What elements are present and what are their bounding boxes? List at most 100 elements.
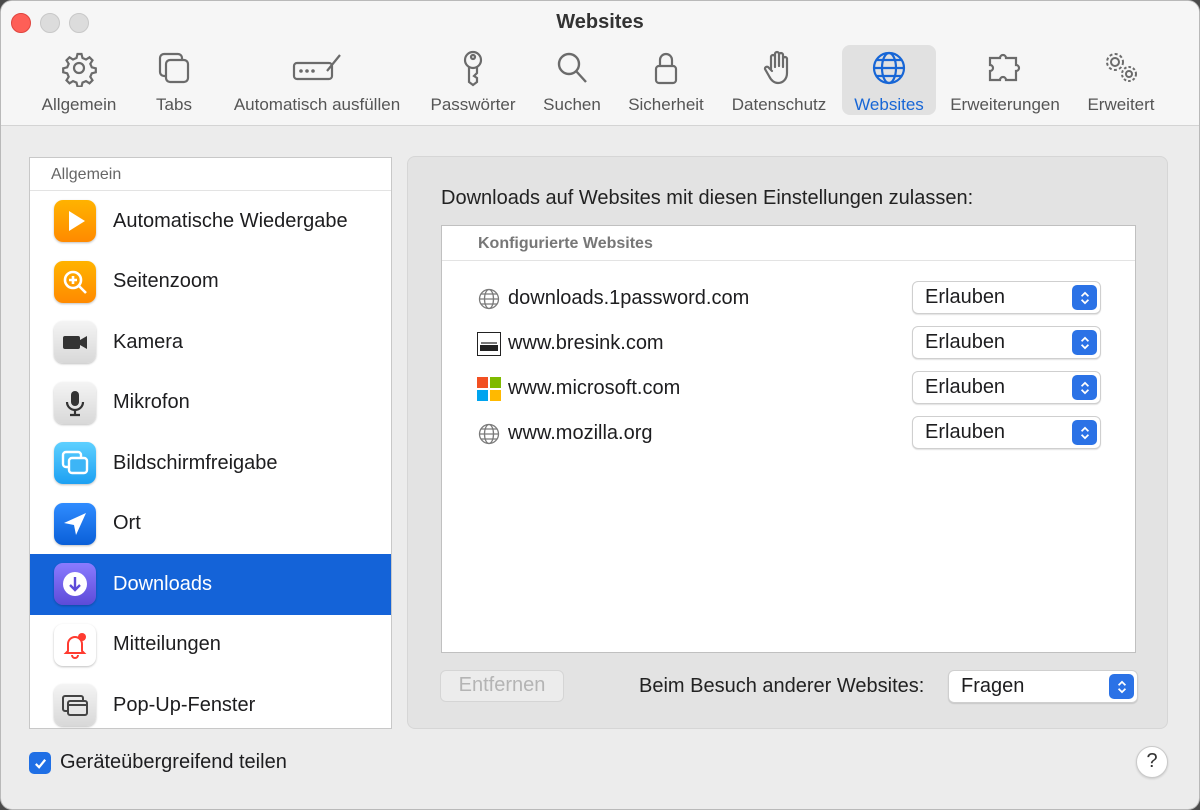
- website-row[interactable]: downloads.1password.com Erlauben: [442, 281, 1135, 317]
- bell-icon: [54, 623, 96, 666]
- play-icon: [54, 200, 96, 243]
- lock-icon: [647, 49, 685, 92]
- website-row[interactable]: www.microsoft.com Erlauben: [442, 371, 1135, 407]
- tab-label: Passwörter: [430, 95, 516, 114]
- select-value: Erlauben: [925, 376, 1006, 398]
- sidebar-item-label: Seitenzoom: [113, 270, 219, 293]
- tab-suchen[interactable]: Suchen: [536, 45, 608, 115]
- website-setting-select[interactable]: Erlauben: [912, 281, 1101, 314]
- sidebar-item-ort[interactable]: Ort: [30, 494, 391, 555]
- hand-icon: [760, 49, 798, 92]
- sidebar-item-label: Pop-Up-Fenster: [113, 693, 256, 716]
- tab-websites[interactable]: Websites: [842, 45, 936, 115]
- sidebar-item-label: Mitteilungen: [113, 633, 221, 656]
- window-title: Websites: [556, 11, 644, 33]
- tab-label: Tabs: [156, 95, 192, 114]
- tab-datenschutz[interactable]: Datenschutz: [723, 45, 835, 115]
- checkmark-icon: [34, 758, 46, 769]
- popup-window-icon: [54, 684, 96, 727]
- configured-websites-header: Konfigurierte Websites: [442, 226, 1135, 261]
- sidebar-item-label: Downloads: [113, 572, 212, 595]
- sidebar-item-label: Mikrofon: [113, 391, 190, 414]
- share-across-devices-checkbox[interactable]: [29, 752, 51, 774]
- select-value: Erlauben: [925, 286, 1006, 308]
- chevron-updown-icon: [1072, 420, 1097, 445]
- remove-button[interactable]: Entfernen: [440, 670, 564, 702]
- title-bar: Websites Allgemein Tabs Automatisch ausf…: [1, 1, 1199, 126]
- search-icon: [553, 49, 591, 92]
- panel-heading: Downloads auf Websites mit diesen Einste…: [441, 187, 974, 209]
- sidebar-item-seitenzoom[interactable]: Seitenzoom: [30, 252, 391, 313]
- download-icon: [54, 563, 96, 606]
- sidebar-item-mikrofon[interactable]: Mikrofon: [30, 373, 391, 434]
- website-row[interactable]: www.mozilla.org Erlauben: [442, 416, 1135, 452]
- chevron-updown-icon: [1072, 375, 1097, 400]
- sidebar-item-pop-up-fenster[interactable]: Pop-Up-Fenster: [30, 675, 391, 728]
- tab-label: Suchen: [543, 95, 601, 114]
- zoom-icon: [54, 260, 96, 303]
- bresink-logo-icon: [477, 332, 501, 356]
- globe-icon: [478, 423, 500, 445]
- preferences-window: Websites Allgemein Tabs Automatisch ausf…: [0, 0, 1200, 810]
- other-websites-select[interactable]: Fragen: [948, 670, 1138, 703]
- website-setting-select[interactable]: Erlauben: [912, 326, 1101, 359]
- tab-label: Websites: [854, 95, 924, 114]
- sidebar-header: Allgemein: [30, 158, 391, 191]
- tab-erweitert[interactable]: Erweitert: [1081, 45, 1161, 115]
- sidebar-item-label: Kamera: [113, 330, 184, 353]
- sidebar-item-bildschirmfreigabe[interactable]: Bildschirmfreigabe: [30, 433, 391, 494]
- other-websites-label: Beim Besuch anderer Websites:: [639, 675, 925, 697]
- location-icon: [54, 502, 96, 545]
- microphone-icon: [54, 381, 96, 424]
- gear-icon: [60, 49, 98, 92]
- website-name: downloads.1password.com: [508, 287, 750, 309]
- sidebar: Allgemein Automatische Wiedergabe Seiten…: [29, 157, 392, 729]
- camera-icon: [54, 321, 96, 364]
- gears-icon: [1102, 49, 1140, 92]
- select-value: Erlauben: [925, 421, 1006, 443]
- tab-tabs[interactable]: Tabs: [146, 45, 202, 115]
- tab-label: Datenschutz: [731, 95, 827, 114]
- chevron-updown-icon: [1109, 674, 1134, 699]
- website-name: www.mozilla.org: [508, 422, 653, 444]
- key-icon: [454, 49, 492, 92]
- autofill-icon: [291, 49, 343, 92]
- downloads-panel: Downloads auf Websites mit diesen Einste…: [407, 156, 1168, 729]
- website-setting-select[interactable]: Erlauben: [912, 416, 1101, 449]
- sidebar-item-downloads[interactable]: Downloads: [30, 554, 391, 615]
- help-button[interactable]: ?: [1136, 746, 1168, 778]
- select-value: Fragen: [961, 675, 1025, 697]
- tab-label: Allgemein: [41, 95, 117, 114]
- sidebar-item-label: Automatische Wiedergabe: [113, 209, 348, 232]
- globe-icon: [870, 49, 908, 92]
- website-name: www.microsoft.com: [508, 377, 681, 399]
- chevron-updown-icon: [1072, 285, 1097, 310]
- puzzle-icon: [986, 49, 1024, 92]
- tab-label: Automatisch ausfüllen: [233, 95, 401, 114]
- sidebar-item-label: Bildschirmfreigabe: [113, 451, 278, 474]
- configured-websites-list: Konfigurierte Websites downloads.1passwo…: [441, 225, 1136, 653]
- sidebar-item-kamera[interactable]: Kamera: [30, 312, 391, 373]
- tabs-icon: [155, 49, 193, 92]
- tab-label: Erweiterungen: [950, 95, 1060, 114]
- globe-icon: [478, 288, 500, 310]
- website-name: www.bresink.com: [508, 332, 664, 354]
- tab-label: Erweitert: [1087, 95, 1155, 114]
- website-row[interactable]: www.bresink.com Erlauben: [442, 326, 1135, 362]
- tab-sicherheit[interactable]: Sicherheit: [621, 45, 711, 115]
- tab-label: Sicherheit: [628, 95, 704, 114]
- tab-allgemein[interactable]: Allgemein: [35, 45, 123, 115]
- preferences-toolbar: Allgemein Tabs Automatisch ausfüllen Pas…: [1, 45, 1199, 115]
- share-across-devices-label: Geräteübergreifend teilen: [60, 751, 287, 773]
- tab-erweiterungen[interactable]: Erweiterungen: [943, 45, 1067, 115]
- chevron-updown-icon: [1072, 330, 1097, 355]
- tab-autofill[interactable]: Automatisch ausfüllen: [223, 45, 411, 115]
- sidebar-item-mitteilungen[interactable]: Mitteilungen: [30, 615, 391, 676]
- tab-passwoerter[interactable]: Passwörter: [423, 45, 523, 115]
- microsoft-logo-icon: [477, 377, 501, 401]
- sidebar-item-automatische-wiedergabe[interactable]: Automatische Wiedergabe: [30, 191, 391, 252]
- sidebar-item-label: Ort: [113, 512, 141, 535]
- select-value: Erlauben: [925, 331, 1006, 353]
- website-setting-select[interactable]: Erlauben: [912, 371, 1101, 404]
- screen-share-icon: [54, 442, 96, 485]
